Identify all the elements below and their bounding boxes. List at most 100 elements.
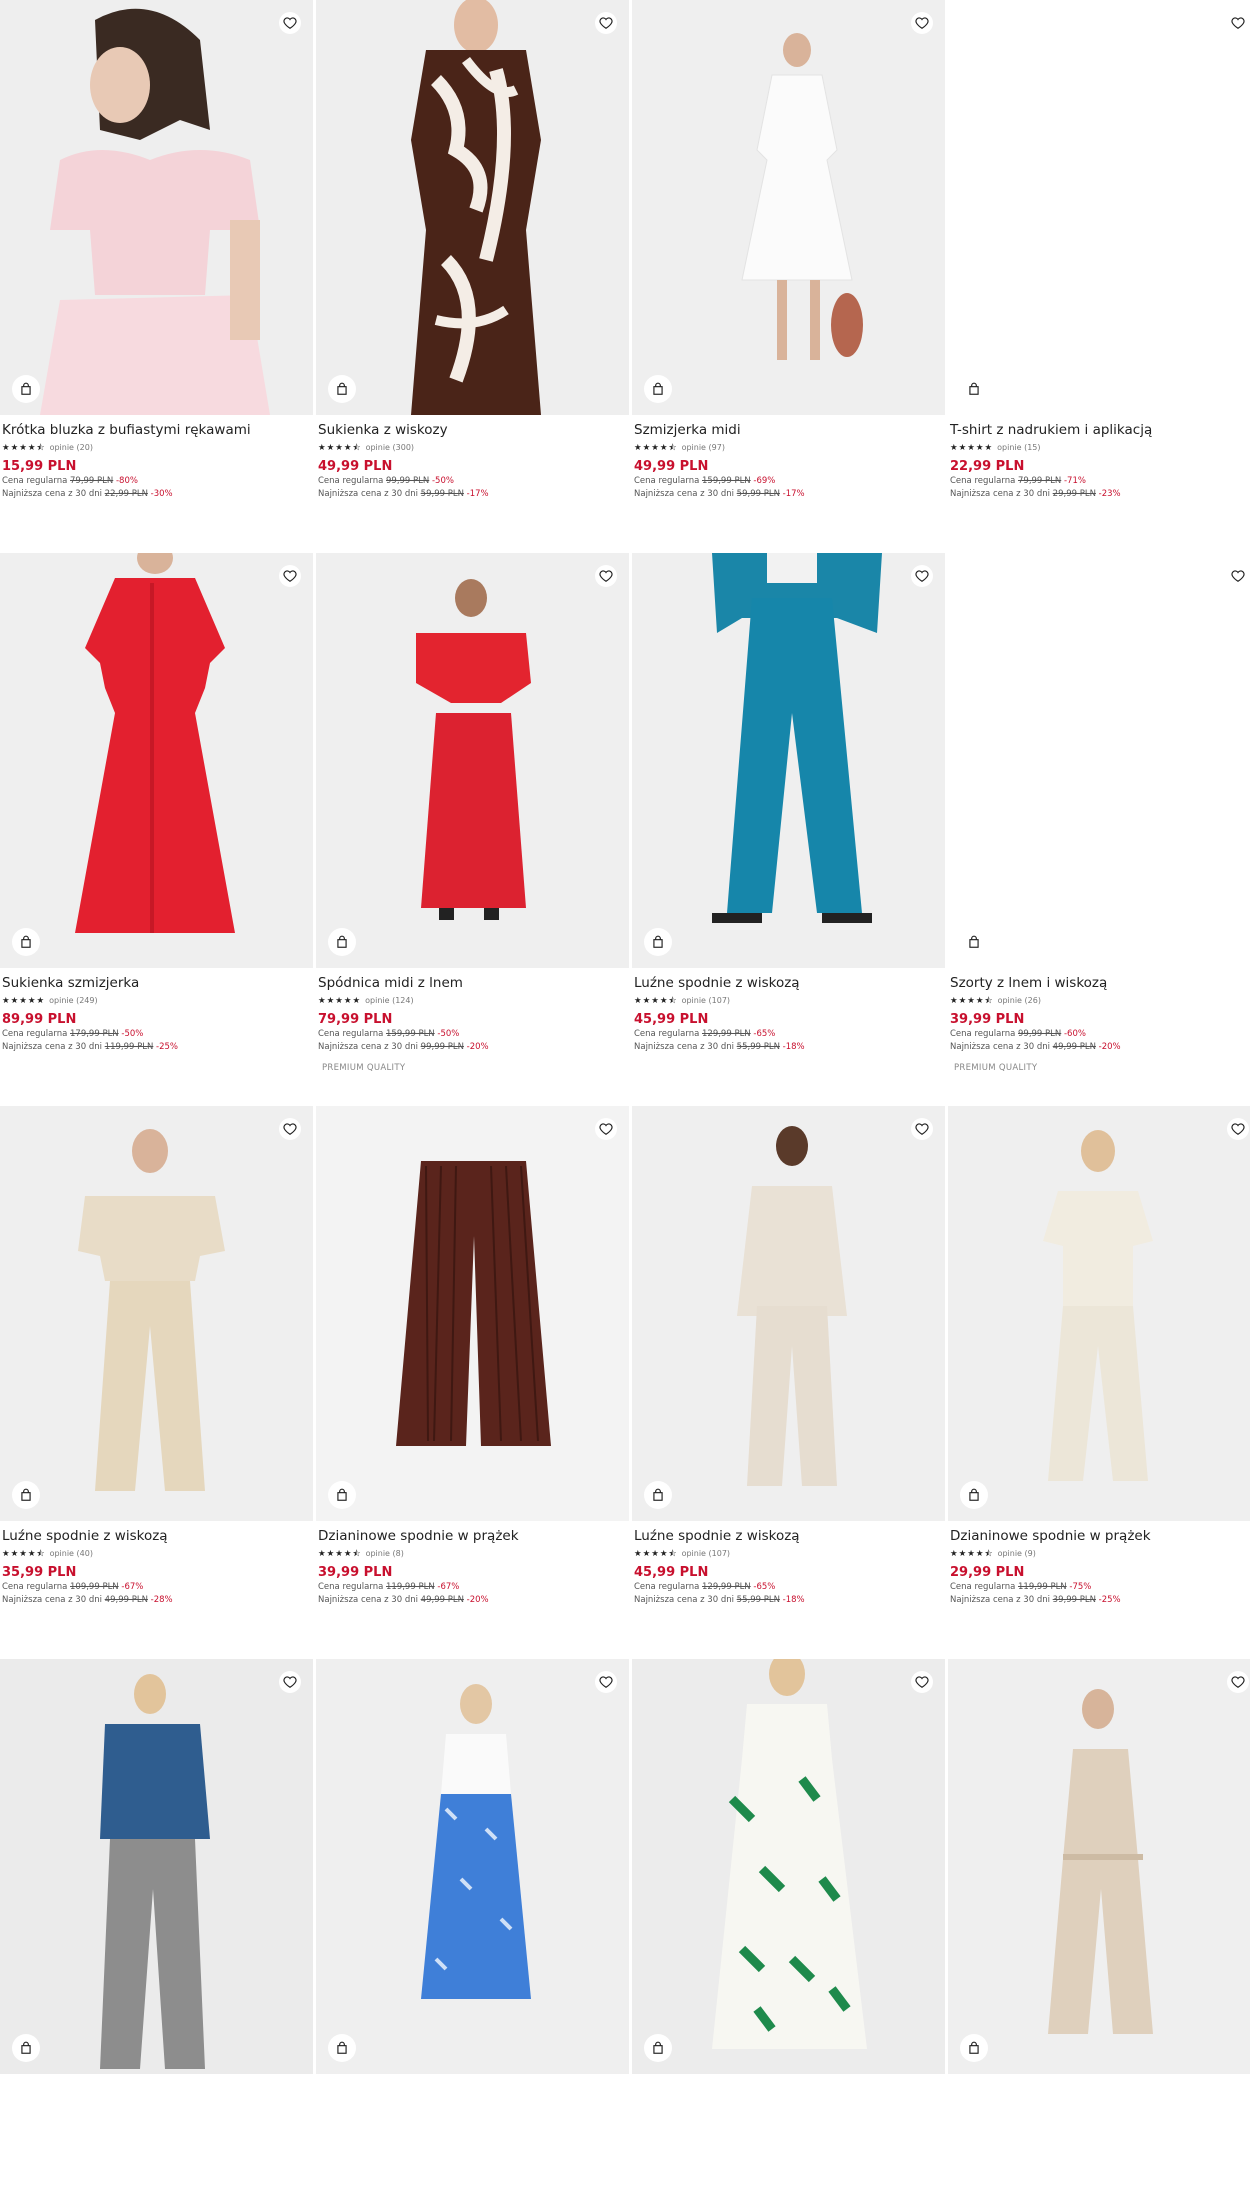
wishlist-button[interactable] [1227,565,1249,587]
star-icon: ★ [326,995,335,1006]
wishlist-button[interactable] [595,1118,617,1140]
add-to-bag-button[interactable] [960,2034,988,2062]
rating[interactable]: ★ ★ ★ ★ ⯪ opinie (300) [318,442,627,453]
product-image[interactable] [948,1659,1250,2074]
star-icon: ★ [343,1548,352,1559]
product-title[interactable]: Dzianinowe spodnie w prążek [318,1528,627,1545]
rating[interactable]: ★ ★ ★ ★ ⯪ opinie (20) [2,442,311,453]
product-card[interactable]: Spódnica midi z lnem ★ ★ ★ ★ ★ opinie (124) 79,… [316,553,629,1106]
rating[interactable]: ★ ★ ★ ★ ⯪ opinie (8) [318,1548,627,1559]
wishlist-button[interactable] [279,1118,301,1140]
rating[interactable]: ★ ★ ★ ★ ⯪ opinie (26) [950,995,1250,1006]
product-title[interactable]: Sukienka z wiskozy [318,422,627,439]
wishlist-button[interactable] [911,1118,933,1140]
add-to-bag-button[interactable] [644,2034,672,2062]
star-icon: ★ [659,442,668,453]
product-image[interactable] [0,553,313,968]
wishlist-button[interactable] [1227,1671,1249,1693]
product-card[interactable] [632,1659,945,2212]
product-image[interactable] [948,0,1250,415]
rating[interactable]: ★ ★ ★ ★ ⯪ opinie (107) [634,1548,943,1559]
sale-price: 89,99 PLN [2,1012,77,1027]
product-title[interactable]: Luźne spodnie z wiskozą [634,1528,943,1545]
product-image[interactable] [0,1659,313,2074]
product-card[interactable]: Luźne spodnie z wiskozą ★ ★ ★ ★ ⯪ opinie (107)… [632,1106,945,1659]
star-icon: ★ [984,442,993,453]
product-card[interactable]: T-shirt z nadrukiem i aplikacją ★ ★ ★ ★ ★ opin… [948,0,1250,553]
product-image[interactable] [316,1659,629,2074]
add-to-bag-button[interactable] [960,1481,988,1509]
product-card[interactable]: Dzianinowe spodnie w prążek ★ ★ ★ ★ ⯪ opinie (… [316,1106,629,1659]
product-image[interactable] [316,1106,629,1521]
product-image[interactable] [632,1106,945,1521]
wishlist-button[interactable] [911,1671,933,1693]
rating[interactable]: ★ ★ ★ ★ ★ opinie (15) [950,442,1250,453]
add-to-bag-button[interactable] [644,928,672,956]
wishlist-button[interactable] [1227,12,1249,34]
wishlist-button[interactable] [279,12,301,34]
add-to-bag-button[interactable] [328,375,356,403]
add-to-bag-button[interactable] [644,375,672,403]
product-image[interactable] [0,1106,313,1521]
product-image[interactable] [316,553,629,968]
product-card[interactable]: Luźne spodnie z wiskozą ★ ★ ★ ★ ⯪ opinie (40) 3… [0,1106,313,1659]
product-card[interactable]: Luźne spodnie z wiskozą ★ ★ ★ ★ ⯪ opinie (107)… [632,553,945,1106]
product-title[interactable]: Luźne spodnie z wiskozą [634,975,943,992]
rating[interactable]: ★ ★ ★ ★ ⯪ opinie (97) [634,442,943,453]
rating[interactable]: ★ ★ ★ ★ ⯪ opinie (107) [634,995,943,1006]
add-to-bag-button[interactable] [12,2034,40,2062]
product-card[interactable]: Dzianinowe spodnie w prążek ★ ★ ★ ★ ⯪ opinie (… [948,1106,1250,1659]
wishlist-button[interactable] [595,1671,617,1693]
add-to-bag-button[interactable] [960,928,988,956]
product-card[interactable]: Szorty z lnem i wiskozą ★ ★ ★ ★ ⯪ opinie (26) 3… [948,553,1250,1106]
sale-price: 22,99 PLN [950,459,1025,474]
product-title[interactable]: Szmizjerka midi [634,422,943,439]
product-card[interactable] [948,1659,1250,2212]
product-title[interactable]: Dzianinowe spodnie w prążek [950,1528,1250,1545]
rating[interactable]: ★ ★ ★ ★ ★ opinie (124) [318,995,627,1006]
product-title[interactable]: Krótka bluzka z bufiastymi rękawami [2,422,311,439]
product-title[interactable]: Szorty z lnem i wiskozą [950,975,1250,992]
product-card[interactable] [0,1659,313,2212]
product-title[interactable]: Sukienka szmizjerka [2,975,311,992]
add-to-bag-button[interactable] [328,2034,356,2062]
wishlist-button[interactable] [595,565,617,587]
sale-price: 39,99 PLN [950,1012,1025,1027]
product-image[interactable] [948,553,1250,968]
wishlist-button[interactable] [1227,1118,1249,1140]
add-to-bag-button[interactable] [328,928,356,956]
product-card[interactable]: Sukienka z wiskozy ★ ★ ★ ★ ⯪ opinie (300) 49,99… [316,0,629,553]
wishlist-button[interactable] [595,12,617,34]
product-image[interactable] [632,1659,945,2074]
rating[interactable]: ★ ★ ★ ★ ⯪ opinie (9) [950,1548,1250,1559]
star-icon: ★ [343,442,352,453]
regular-price: 159,99 PLN [702,476,751,486]
wishlist-button[interactable] [911,565,933,587]
add-to-bag-button[interactable] [12,928,40,956]
product-image[interactable] [0,0,313,415]
wishlist-button[interactable] [279,565,301,587]
product-title[interactable]: Spódnica midi z lnem [318,975,627,992]
add-to-bag-button[interactable] [12,375,40,403]
product-image[interactable] [632,0,945,415]
add-to-bag-button[interactable] [644,1481,672,1509]
product-card[interactable]: Szmizjerka midi ★ ★ ★ ★ ⯪ opinie (97) 49,99 PLN… [632,0,945,553]
product-card[interactable]: Krótka bluzka z bufiastymi rękawami ★ ★ ★ ★ ⯪… [0,0,313,553]
star-icon: ★ [651,1548,659,1559]
regular-price: 99,99 PLN [1018,1029,1062,1039]
add-to-bag-button[interactable] [12,1481,40,1509]
product-card[interactable]: Sukienka szmizjerka ★ ★ ★ ★ ★ opinie (249) 89,9… [0,553,313,1106]
product-image[interactable] [316,0,629,415]
add-to-bag-button[interactable] [328,1481,356,1509]
product-card[interactable] [316,1659,629,2212]
product-title[interactable]: Luźne spodnie z wiskozą [2,1528,311,1545]
wishlist-button[interactable] [911,12,933,34]
rating[interactable]: ★ ★ ★ ★ ⯪ opinie (40) [2,1548,311,1559]
product-image[interactable] [948,1106,1250,1521]
product-title[interactable]: T-shirt z nadrukiem i aplikacją [950,422,1250,439]
wishlist-button[interactable] [279,1671,301,1693]
lowest-price: 29,99 PLN [1052,489,1096,499]
rating[interactable]: ★ ★ ★ ★ ★ opinie (249) [2,995,311,1006]
add-to-bag-button[interactable] [960,375,988,403]
product-image[interactable] [632,553,945,968]
